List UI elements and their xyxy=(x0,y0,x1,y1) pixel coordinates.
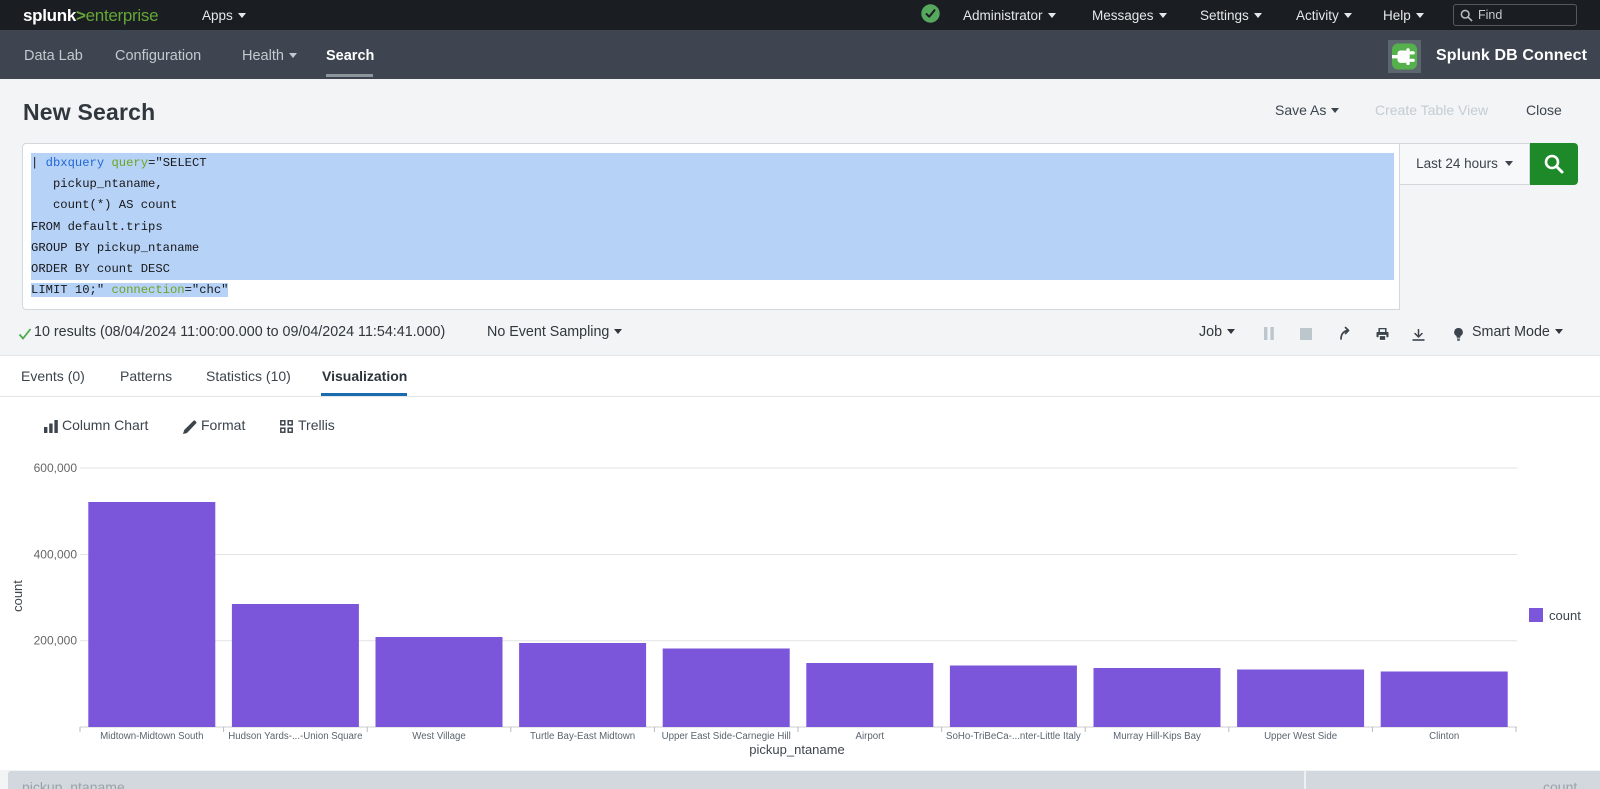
svg-text:Midtown-Midtown South: Midtown-Midtown South xyxy=(100,731,203,742)
svg-text:Clinton: Clinton xyxy=(1429,731,1459,742)
svg-text:Hudson Yards-...-Union Square: Hudson Yards-...-Union Square xyxy=(228,731,362,742)
svg-text:West Village: West Village xyxy=(412,731,466,742)
svg-text:count: count xyxy=(10,580,25,612)
svg-text:pickup_ntaname: pickup_ntaname xyxy=(749,742,844,757)
svg-text:Turtle Bay-East Midtown: Turtle Bay-East Midtown xyxy=(530,731,635,742)
svg-text:SoHo-TriBeCa-...nter-Little It: SoHo-TriBeCa-...nter-Little Italy xyxy=(946,731,1081,742)
svg-text:Upper West Side: Upper West Side xyxy=(1264,731,1337,742)
svg-text:Airport: Airport xyxy=(856,731,885,742)
svg-text:400,000: 400,000 xyxy=(34,548,78,562)
svg-text:Murray Hill-Kips Bay: Murray Hill-Kips Bay xyxy=(1113,731,1201,742)
svg-text:Upper East Side-Carnegie Hill: Upper East Side-Carnegie Hill xyxy=(662,731,791,742)
svg-text:200,000: 200,000 xyxy=(34,634,78,648)
svg-text:600,000: 600,000 xyxy=(34,461,78,475)
svg-text:count: count xyxy=(1549,608,1581,623)
